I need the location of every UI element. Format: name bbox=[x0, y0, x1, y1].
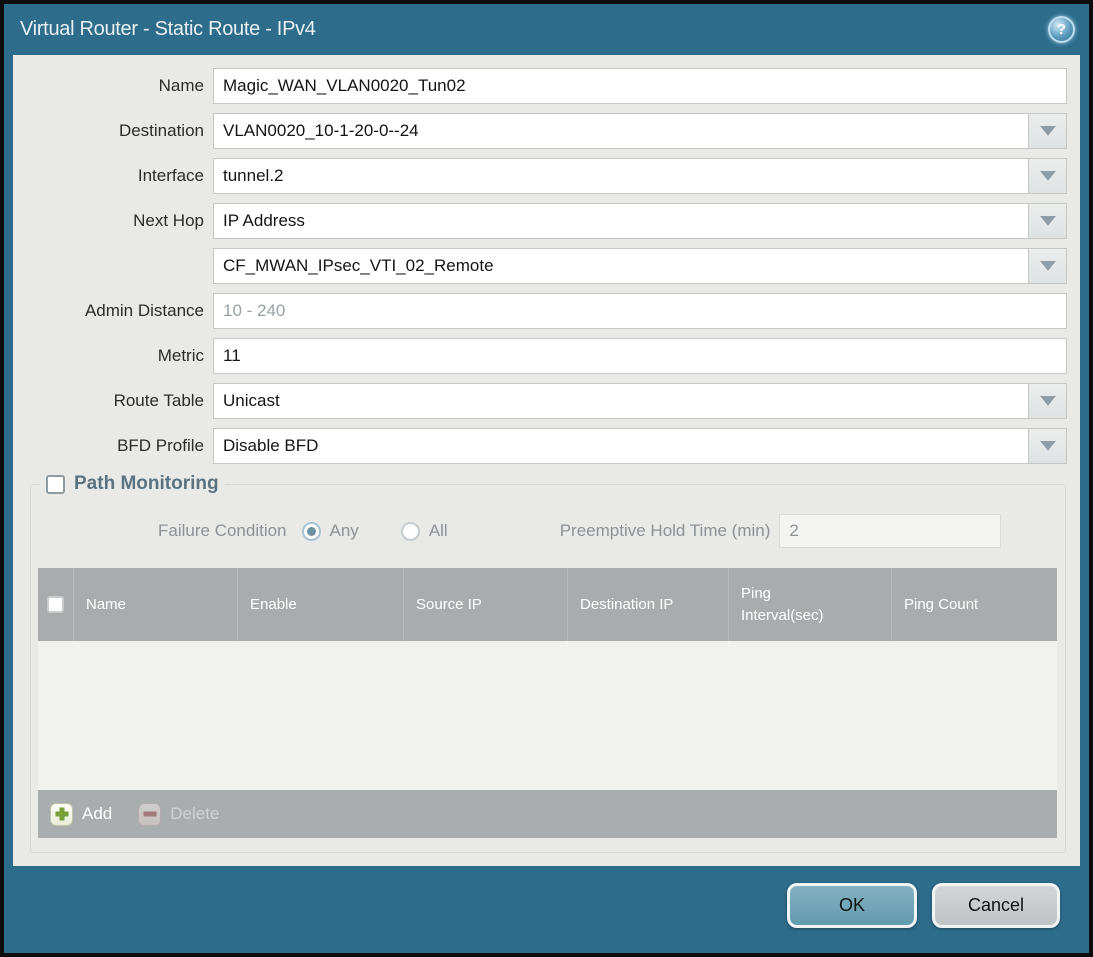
path-monitoring-legend: Path Monitoring bbox=[40, 473, 225, 495]
dialog-content: Name Destination Interface Next Hop bbox=[13, 55, 1080, 866]
table-header-destination-ip[interactable]: Destination IP bbox=[568, 568, 729, 641]
next-hop-address-dropdown-button[interactable] bbox=[1028, 249, 1066, 283]
form-row-admin-distance: Admin Distance bbox=[13, 293, 1080, 329]
metric-input[interactable] bbox=[214, 339, 1066, 373]
failure-condition-any-option[interactable]: Any bbox=[302, 521, 359, 541]
admin-distance-input[interactable] bbox=[214, 294, 1066, 328]
name-input[interactable] bbox=[214, 69, 1066, 103]
next-hop-address-field bbox=[213, 248, 1067, 284]
radio-all-icon bbox=[401, 522, 420, 541]
interface-input[interactable] bbox=[214, 159, 1028, 193]
route-table-dropdown-button[interactable] bbox=[1028, 384, 1066, 418]
table-header-checkbox-cell bbox=[38, 568, 74, 641]
radio-any-icon bbox=[302, 522, 321, 541]
column-label: Name bbox=[86, 596, 126, 613]
failure-condition-label: Failure Condition bbox=[158, 521, 287, 541]
route-table-field bbox=[213, 383, 1067, 419]
table-header-source-ip[interactable]: Source IP bbox=[404, 568, 568, 641]
form-row-next-hop-address bbox=[13, 248, 1080, 284]
bfd-profile-field bbox=[213, 428, 1067, 464]
failure-condition-all-option[interactable]: All bbox=[401, 521, 448, 541]
ok-button[interactable]: OK bbox=[787, 883, 917, 928]
chevron-down-icon bbox=[1040, 396, 1056, 406]
destination-dropdown-button[interactable] bbox=[1028, 114, 1066, 148]
dialog-title: Virtual Router - Static Route - IPv4 bbox=[20, 18, 316, 41]
next-hop-address-input[interactable] bbox=[214, 249, 1028, 283]
next-hop-type-dropdown-button[interactable] bbox=[1028, 204, 1066, 238]
path-monitoring-section: Path Monitoring Failure Condition Any Al… bbox=[30, 473, 1066, 853]
radio-all-label: All bbox=[429, 521, 448, 541]
name-field bbox=[213, 68, 1067, 104]
dialog-window: Virtual Router - Static Route - IPv4 ? N… bbox=[0, 0, 1093, 957]
table-header-ping-count[interactable]: Ping Count bbox=[892, 568, 1057, 641]
failure-condition-row: Failure Condition Any All Preemptive Hol… bbox=[38, 513, 1057, 549]
preemptive-hold-time-label: Preemptive Hold Time (min) bbox=[560, 521, 771, 541]
metric-field bbox=[213, 338, 1067, 374]
admin-distance-field bbox=[213, 293, 1067, 329]
form-row-metric: Metric bbox=[13, 338, 1080, 374]
table-toolbar: Add Delete bbox=[38, 790, 1057, 838]
chevron-down-icon bbox=[1040, 171, 1056, 181]
next-hop-type-input[interactable] bbox=[214, 204, 1028, 238]
form-row-route-table: Route Table bbox=[13, 383, 1080, 419]
column-label: Ping Count bbox=[904, 596, 978, 613]
path-monitoring-table: Name Enable Source IP Destination IP Pin… bbox=[38, 568, 1057, 838]
cancel-button[interactable]: Cancel bbox=[932, 883, 1060, 928]
table-header-enable[interactable]: Enable bbox=[238, 568, 404, 641]
destination-label: Destination bbox=[13, 121, 213, 141]
delete-button[interactable]: Delete bbox=[138, 803, 219, 826]
chevron-down-icon bbox=[1040, 216, 1056, 226]
interface-dropdown-button[interactable] bbox=[1028, 159, 1066, 193]
path-monitoring-title: Path Monitoring bbox=[74, 473, 219, 495]
admin-distance-label: Admin Distance bbox=[13, 301, 213, 321]
radio-any-label: Any bbox=[330, 521, 359, 541]
table-header-name[interactable]: Name bbox=[74, 568, 238, 641]
preemptive-hold-time-input[interactable] bbox=[779, 514, 1001, 548]
path-monitoring-checkbox[interactable] bbox=[46, 475, 65, 494]
column-label: Enable bbox=[250, 596, 297, 613]
select-all-checkbox[interactable] bbox=[47, 596, 64, 613]
chevron-down-icon bbox=[1040, 126, 1056, 136]
destination-input[interactable] bbox=[214, 114, 1028, 148]
bfd-profile-input[interactable] bbox=[214, 429, 1028, 463]
next-hop-type-field bbox=[213, 203, 1067, 239]
form-row-bfd-profile: BFD Profile bbox=[13, 428, 1080, 464]
name-label: Name bbox=[13, 76, 213, 96]
metric-label: Metric bbox=[13, 346, 213, 366]
destination-field bbox=[213, 113, 1067, 149]
route-table-input[interactable] bbox=[214, 384, 1028, 418]
route-table-label: Route Table bbox=[13, 391, 213, 411]
table-header-ping-interval[interactable]: Ping Interval(sec) bbox=[729, 568, 892, 641]
bfd-profile-dropdown-button[interactable] bbox=[1028, 429, 1066, 463]
delete-icon bbox=[138, 803, 161, 826]
table-header-row: Name Enable Source IP Destination IP Pin… bbox=[38, 568, 1057, 641]
form-row-next-hop: Next Hop bbox=[13, 203, 1080, 239]
form-row-name: Name bbox=[13, 68, 1080, 104]
next-hop-label: Next Hop bbox=[13, 211, 213, 231]
column-label: Ping Interval(sec) bbox=[741, 583, 841, 627]
add-button[interactable]: Add bbox=[50, 803, 112, 826]
form-row-interface: Interface bbox=[13, 158, 1080, 194]
help-icon[interactable]: ? bbox=[1048, 16, 1075, 43]
column-label: Destination IP bbox=[580, 596, 673, 613]
column-label: Source IP bbox=[416, 596, 482, 613]
bfd-profile-label: BFD Profile bbox=[13, 436, 213, 456]
chevron-down-icon bbox=[1040, 441, 1056, 451]
chevron-down-icon bbox=[1040, 261, 1056, 271]
interface-field bbox=[213, 158, 1067, 194]
add-button-label: Add bbox=[82, 804, 112, 824]
form-row-destination: Destination bbox=[13, 113, 1080, 149]
table-body-empty bbox=[38, 641, 1057, 790]
add-icon bbox=[50, 803, 73, 826]
dialog-titlebar: Virtual Router - Static Route - IPv4 ? bbox=[4, 4, 1089, 55]
delete-button-label: Delete bbox=[170, 804, 219, 824]
interface-label: Interface bbox=[13, 166, 213, 186]
dialog-footer: OK Cancel bbox=[4, 866, 1089, 953]
